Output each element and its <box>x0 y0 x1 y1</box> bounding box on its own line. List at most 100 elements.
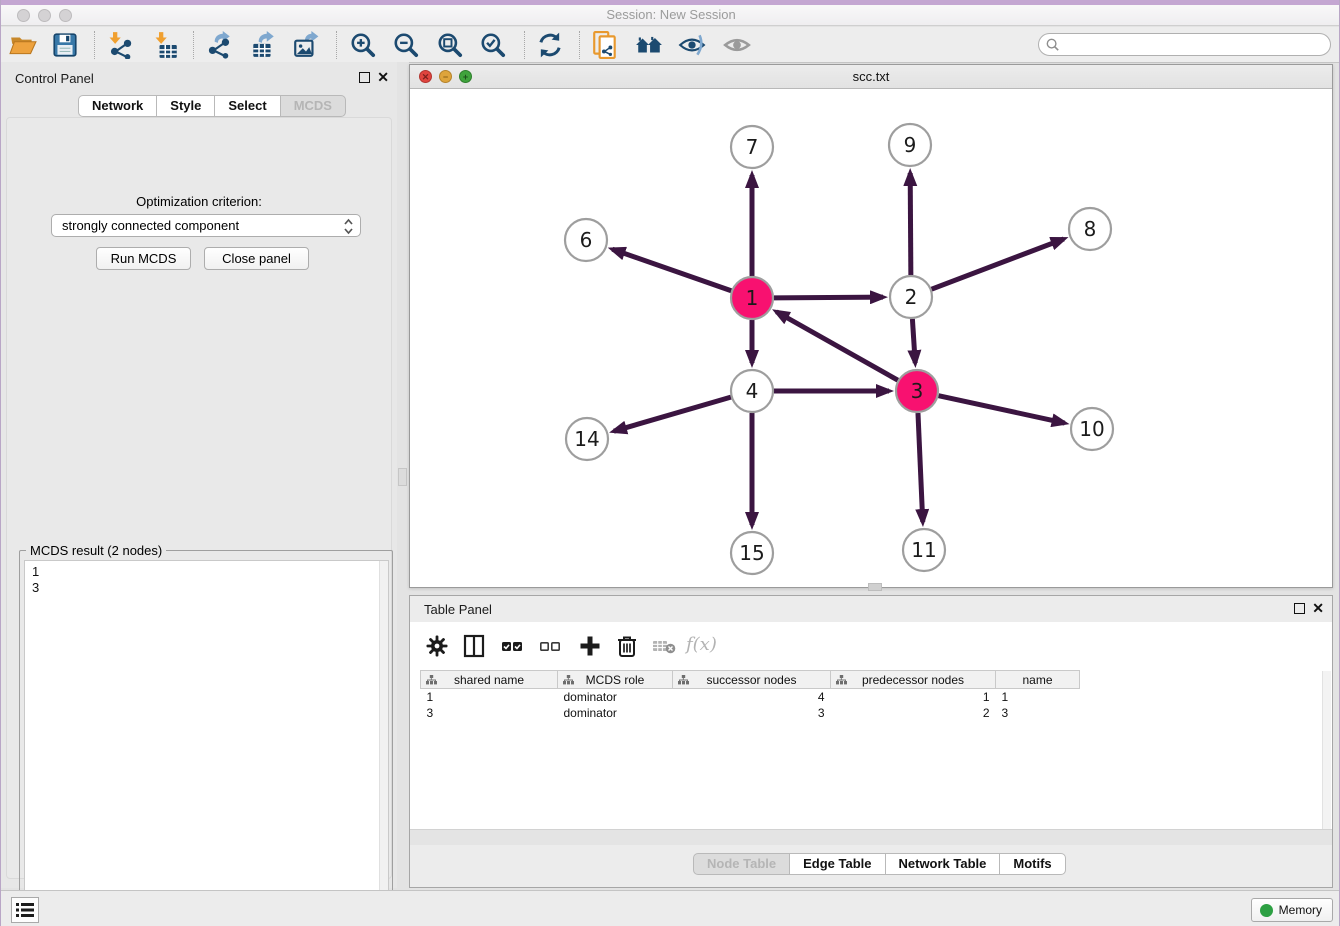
memory-label: Memory <box>1279 903 1322 917</box>
show-all-icon[interactable] <box>723 31 751 59</box>
column-header-mcds-role[interactable]: MCDS role <box>558 671 673 689</box>
column-header-shared-name[interactable]: shared name <box>421 671 558 689</box>
table-vertical-scrollbar[interactable] <box>1322 671 1331 845</box>
table-header-row: shared name MCDS role successor nodes pr… <box>421 671 1080 689</box>
network-canvas[interactable]: 7968124310141511 <box>410 89 1332 587</box>
criterion-value: strongly connected component <box>62 218 239 233</box>
import-network-icon[interactable] <box>106 31 134 59</box>
table-cell[interactable]: 3 <box>673 705 831 721</box>
export-network-icon[interactable] <box>205 31 233 59</box>
close-table-panel-icon[interactable]: ✕ <box>1312 602 1324 615</box>
tab-edge-table[interactable]: Edge Table <box>789 853 885 875</box>
first-neighbors-icon[interactable] <box>635 31 663 59</box>
task-history-button[interactable] <box>11 897 39 923</box>
delete-column-icon[interactable] <box>614 633 640 659</box>
memory-button[interactable]: Memory <box>1251 898 1333 922</box>
column-header-name[interactable]: name <box>996 671 1080 689</box>
search-field[interactable] <box>1038 33 1331 56</box>
export-table-icon[interactable] <box>249 31 277 59</box>
window-title: Session: New Session <box>1 7 1340 22</box>
zoom-selected-icon[interactable] <box>479 31 507 59</box>
settings-gear-icon[interactable] <box>424 633 450 659</box>
search-icon <box>1045 37 1061 53</box>
open-session-icon[interactable] <box>9 31 37 59</box>
toolbar-separator <box>193 31 194 59</box>
optimization-criterion-label: Optimization criterion: <box>7 194 391 209</box>
import-table-icon[interactable] <box>152 31 180 59</box>
mcds-result-list[interactable]: 1 3 <box>24 560 389 925</box>
column-header-predecessor-nodes[interactable]: predecessor nodes <box>831 671 996 689</box>
zoom-in-icon[interactable] <box>349 31 377 59</box>
zoom-out-icon[interactable] <box>392 31 420 59</box>
graph-node-label-11: 11 <box>911 538 936 562</box>
column-header-successor-nodes[interactable]: successor nodes <box>673 671 831 689</box>
graph-edge-1-2[interactable] <box>774 297 883 298</box>
horizontal-splitter-handle[interactable] <box>868 583 882 591</box>
graph-edge-2-3[interactable] <box>912 319 915 363</box>
list-icon <box>16 902 34 918</box>
graph-edge-2-9[interactable] <box>910 173 911 275</box>
zoom-fit-icon[interactable] <box>436 31 464 59</box>
result-scrollbar[interactable] <box>379 561 388 924</box>
tab-network-table[interactable]: Network Table <box>885 853 1001 875</box>
table-cell[interactable]: dominator <box>558 689 673 705</box>
vertical-splitter[interactable] <box>397 62 409 888</box>
delete-table-icon[interactable] <box>651 633 677 659</box>
tab-network[interactable]: Network <box>78 95 157 117</box>
hide-selected-icon[interactable] <box>678 31 706 59</box>
control-panel: Control Panel ✕ Network Style Select MCD… <box>1 62 397 888</box>
graph-edge-3-10[interactable] <box>938 396 1064 423</box>
export-image-icon[interactable] <box>292 31 320 59</box>
tab-mcds[interactable]: MCDS <box>280 95 346 117</box>
table-cell[interactable]: 2 <box>831 705 996 721</box>
table-row[interactable]: 3dominator323 <box>421 705 1080 721</box>
main-toolbar <box>1 27 1340 63</box>
function-builder-icon[interactable]: f(x) <box>686 634 717 655</box>
table-row[interactable]: 1dominator411 <box>421 689 1080 705</box>
tab-select[interactable]: Select <box>214 95 280 117</box>
table-cell[interactable]: 3 <box>996 705 1080 721</box>
splitter-handle[interactable] <box>398 468 407 486</box>
table-cell[interactable]: 1 <box>421 689 558 705</box>
deselect-all-columns-icon[interactable] <box>537 633 563 659</box>
sort-icon <box>426 675 437 685</box>
table-cell[interactable]: 1 <box>996 689 1080 705</box>
criterion-dropdown[interactable]: strongly connected component <box>51 214 361 237</box>
memory-status-icon <box>1260 904 1273 917</box>
clone-network-icon[interactable] <box>591 31 619 59</box>
close-panel-button[interactable]: Close panel <box>204 247 309 270</box>
tab-motifs[interactable]: Motifs <box>999 853 1065 875</box>
tab-style[interactable]: Style <box>156 95 215 117</box>
graph-edge-2-8[interactable] <box>932 239 1064 289</box>
graph-edge-3-11[interactable] <box>918 413 923 522</box>
graph-node-label-2: 2 <box>905 285 918 309</box>
select-all-columns-icon[interactable] <box>499 633 525 659</box>
table-cell[interactable]: 1 <box>831 689 996 705</box>
mcds-result-groupbox: MCDS result (2 nodes) 1 3 <box>19 550 393 926</box>
network-window-titlebar[interactable]: ✕ − + scc.txt <box>410 65 1332 89</box>
search-input[interactable] <box>1061 36 1330 54</box>
table-cell[interactable]: dominator <box>558 705 673 721</box>
graph-edge-4-14[interactable] <box>614 397 731 431</box>
result-line: 1 <box>32 564 388 580</box>
accent-strip <box>1 0 1340 5</box>
float-table-panel-icon[interactable] <box>1294 603 1305 614</box>
run-mcds-button[interactable]: Run MCDS <box>96 247 191 270</box>
table-cell[interactable]: 4 <box>673 689 831 705</box>
graph-node-label-6: 6 <box>580 228 593 252</box>
table-horizontal-scrollbar[interactable] <box>410 829 1332 845</box>
add-column-icon[interactable] <box>577 633 603 659</box>
graph-edge-1-6[interactable] <box>612 249 731 291</box>
status-bar: Memory <box>1 890 1340 926</box>
tab-node-table[interactable]: Node Table <box>693 853 790 875</box>
table-cell[interactable]: 3 <box>421 705 558 721</box>
float-panel-icon[interactable] <box>359 72 370 83</box>
refresh-layout-icon[interactable] <box>536 31 564 59</box>
table-panel-header: Table Panel ✕ <box>410 596 1332 622</box>
graph-edge-3-1[interactable] <box>776 312 897 380</box>
save-session-icon[interactable] <box>51 31 79 59</box>
toolbar-separator <box>336 31 337 59</box>
show-columns-icon[interactable] <box>461 633 487 659</box>
toolbar-separator <box>524 31 525 59</box>
close-panel-icon[interactable]: ✕ <box>377 71 389 84</box>
